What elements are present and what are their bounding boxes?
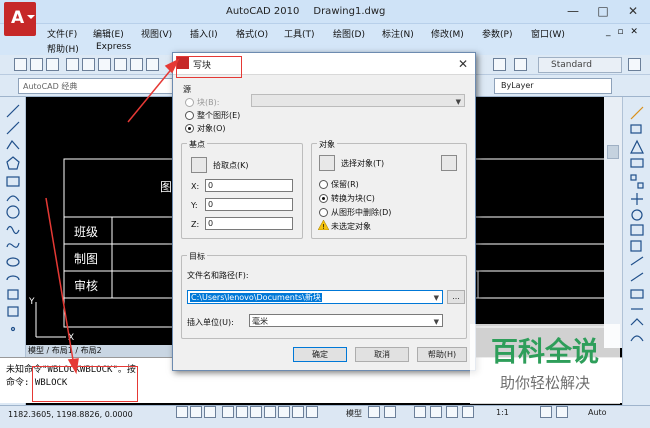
watermark-main-text: 百科全说	[491, 337, 599, 368]
arrow-head	[67, 358, 79, 375]
highlight-dialog-title	[176, 56, 242, 78]
arrow-to-command	[45, 197, 75, 367]
watermark: 百科全说 助你轻松解决	[470, 324, 620, 404]
watermark-sub-text: 助你轻松解决	[499, 374, 590, 392]
arrow-to-dialog	[127, 65, 175, 123]
